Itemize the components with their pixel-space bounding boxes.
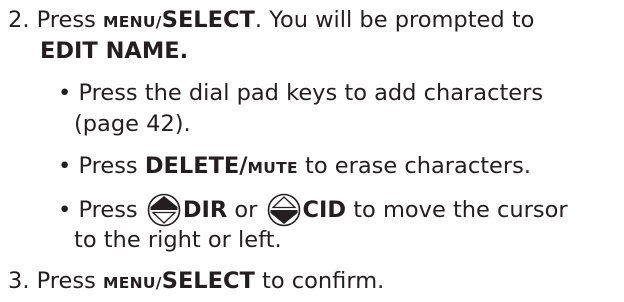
dir-key-label: DIR	[182, 197, 228, 223]
bullet-dot: •	[58, 80, 72, 106]
press-text: Press	[78, 153, 145, 179]
bullet-1-page-ref: (page 42).	[74, 111, 191, 137]
bullet-3-line-1: • Press DIR or CID to move the cursor	[58, 193, 568, 227]
bullet-dot: •	[58, 153, 72, 179]
delete-key-label: DELETE/	[144, 153, 248, 179]
mute-key-label: MUTE	[247, 159, 298, 177]
select-key-label: SELECT	[161, 7, 255, 33]
menu-key-label: MENU/	[103, 13, 162, 31]
menu-key-label: MENU/	[103, 274, 162, 292]
step-2-line-1: 2. Press MENU/SELECT. You will be prompt…	[8, 6, 534, 37]
step-2-line-2: EDIT NAME.	[40, 37, 188, 66]
bullet-1-text: Press the dial pad keys to add character…	[78, 80, 544, 106]
bullet-2-text: to erase characters.	[297, 153, 531, 179]
bullet-1-line-1: • Press the dial pad keys to add charact…	[58, 79, 543, 108]
up-arrow-key-icon	[147, 193, 181, 227]
bullet-3-line-2: to the right or left.	[74, 226, 282, 255]
step-3-line: 3. Press MENU/SELECT to confirm.	[8, 267, 384, 298]
step-number: 3.	[8, 268, 30, 294]
press-text: Press	[36, 268, 103, 294]
bullet-3-text-cont: to the right or left.	[74, 227, 282, 253]
bullet-dot: •	[58, 197, 72, 223]
bullet-2-line: • Press DELETE/MUTE to erase characters.	[58, 152, 531, 183]
down-arrow-key-icon	[267, 193, 301, 227]
edit-name-prompt: EDIT NAME.	[40, 38, 189, 64]
bullet-1-line-2: (page 42).	[74, 110, 191, 139]
step-number: 2.	[8, 7, 30, 33]
confirm-text: to confirm.	[254, 268, 385, 294]
press-text: Press	[78, 197, 145, 223]
cid-key-label: CID	[302, 197, 347, 223]
or-text: or	[227, 197, 265, 223]
press-text: Press	[36, 7, 103, 33]
bullet-3-text: to move the cursor	[346, 197, 568, 223]
prompt-text: . You will be prompted to	[254, 7, 535, 33]
select-key-label: SELECT	[161, 268, 255, 294]
